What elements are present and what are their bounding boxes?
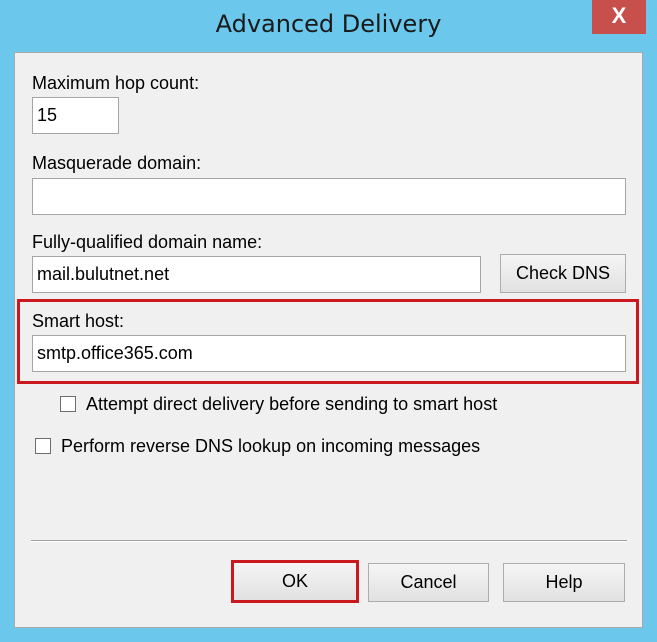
advanced-delivery-dialog: Advanced Delivery X Maximum hop count: 1… [0, 0, 657, 642]
masquerade-domain-label: Masquerade domain: [32, 153, 202, 173]
window-title: Advanced Delivery [215, 10, 442, 38]
smart-host-input[interactable]: smtp.office365.com [32, 335, 626, 372]
title-bar[interactable]: Advanced Delivery X [0, 0, 657, 52]
close-icon: X [611, 3, 627, 28]
separator [31, 540, 627, 542]
ok-button[interactable]: OK [234, 563, 356, 600]
reverse-dns-label: Perform reverse DNS lookup on incoming m… [61, 436, 481, 456]
fqdn-input[interactable]: mail.bulutnet.net [32, 256, 481, 293]
cancel-button[interactable]: Cancel [368, 563, 489, 602]
smart-host-label: Smart host: [32, 311, 125, 331]
reverse-dns-checkbox[interactable] [35, 438, 51, 454]
close-button[interactable]: X [592, 0, 646, 34]
dialog-body: Maximum hop count: 15 Masquerade domain:… [14, 52, 643, 628]
max-hop-count-input[interactable]: 15 [32, 97, 119, 134]
fqdn-label: Fully-qualified domain name: [32, 232, 263, 252]
check-dns-button[interactable]: Check DNS [500, 254, 626, 293]
max-hop-count-label: Maximum hop count: [32, 73, 200, 93]
help-button[interactable]: Help [503, 563, 625, 602]
attempt-direct-delivery-label: Attempt direct delivery before sending t… [86, 394, 498, 414]
masquerade-domain-input[interactable] [32, 178, 626, 215]
attempt-direct-delivery-checkbox[interactable] [60, 396, 76, 412]
